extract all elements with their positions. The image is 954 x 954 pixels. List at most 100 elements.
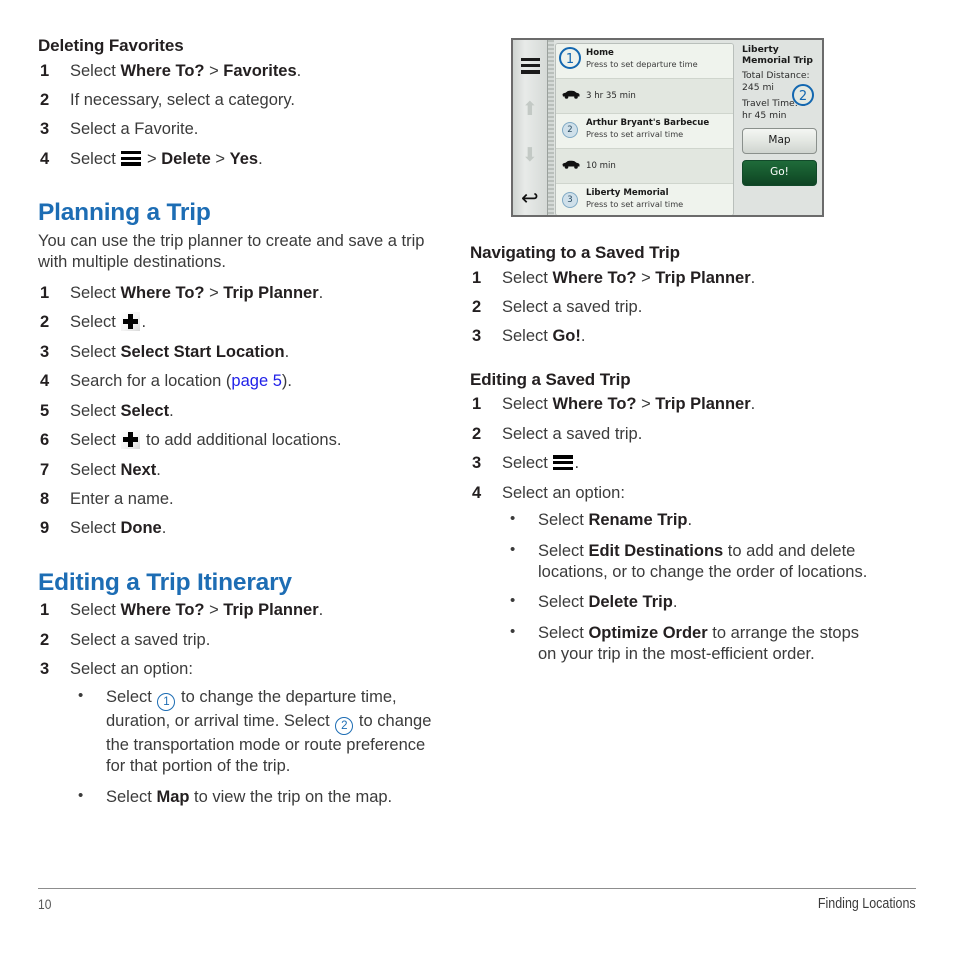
arrow-down-icon[interactable]: ⬇ xyxy=(513,146,547,165)
car-icon xyxy=(562,90,580,99)
step-pre: Search for a location ( xyxy=(70,372,232,391)
step-post: . xyxy=(141,313,147,332)
table-row[interactable]: 3 Liberty Memorial Press to set arrival … xyxy=(556,184,733,215)
list-item: 2 Select a saved trip. xyxy=(38,630,438,651)
list-item: 3 Select an option: • Select 1 to change… xyxy=(38,659,438,808)
step-post: . xyxy=(156,460,161,479)
page-reference-link[interactable]: page 5 xyxy=(231,372,281,390)
step-number: 1 xyxy=(40,283,50,302)
page-footer: 10 Finding Locations xyxy=(38,888,916,912)
heading-editing-saved-trip: Editing a Saved Trip xyxy=(470,369,631,389)
step-number: 8 xyxy=(40,490,50,509)
table-row[interactable]: 10 min xyxy=(556,149,733,184)
step-number: 2 xyxy=(40,630,50,649)
bullet-post: . xyxy=(687,511,693,530)
device-sidebar: ⬆ ⬇ ↪ xyxy=(513,40,548,215)
step-number: 2 xyxy=(40,313,50,332)
step-number: 6 xyxy=(40,431,50,450)
step-text: Select . xyxy=(502,454,579,472)
step-mid: > xyxy=(142,149,162,168)
bullet-text: Select Optimize Order to arrange the sto… xyxy=(538,624,859,663)
page-number: 10 xyxy=(38,896,52,912)
step-number: 3 xyxy=(40,120,50,139)
step-bold: Where To? xyxy=(120,601,205,620)
table-row[interactable]: 3 hr 35 min xyxy=(556,79,733,114)
list-item: 2 Select . xyxy=(38,312,438,333)
bullet-text: Select Map to view the trip on the map. xyxy=(106,788,392,806)
plus-icon xyxy=(121,312,141,332)
step-pre: Select xyxy=(502,395,553,414)
row-title: Liberty Memorial xyxy=(586,188,669,198)
back-arrow-icon[interactable]: ↪ xyxy=(513,186,547,210)
bullet-post: . xyxy=(672,593,678,612)
step-text: Select Done. xyxy=(70,519,166,537)
step-text: If necessary, select a category. xyxy=(70,90,295,109)
bullet-text: Select 1 to change the departure time, d… xyxy=(106,688,431,775)
list-item: 4 Select > Delete > Yes. xyxy=(38,149,438,170)
step-pre: Select xyxy=(502,268,553,287)
step-bold: Favorites xyxy=(223,61,297,80)
planning-intro-text: You can use the trip planner to create a… xyxy=(38,231,425,272)
bullet-pre: Select xyxy=(538,541,589,560)
step-bold: Trip Planner xyxy=(655,268,751,287)
list-item: 3 Select Select Start Location. xyxy=(38,342,438,363)
step-post: to add additional locations. xyxy=(141,431,342,450)
bullet-bold: Edit Destinations xyxy=(588,541,724,560)
bullet-dot: • xyxy=(510,622,516,640)
step-number: 3 xyxy=(472,454,482,473)
go-button[interactable]: Go! xyxy=(742,160,817,187)
step-text: Select Where To? > Trip Planner. xyxy=(502,269,755,287)
step-bold: Go! xyxy=(552,327,581,346)
list-item: 2 If necessary, select a category. xyxy=(38,90,438,111)
step-bold: Trip Planner xyxy=(223,601,319,620)
map-button[interactable]: Map xyxy=(742,128,817,155)
bullet-dot: • xyxy=(78,686,84,704)
step-post: . xyxy=(750,268,756,287)
row-title: Arthur Bryant's Barbecue xyxy=(586,118,710,128)
step-text: Search for a location (page 5). xyxy=(70,372,292,390)
list-item: • Select Delete Trip. xyxy=(502,592,870,613)
step-post: . xyxy=(318,601,324,620)
step-number: 4 xyxy=(40,372,50,391)
step-bold: Yes xyxy=(229,149,259,168)
step-number: 4 xyxy=(472,483,482,502)
step-text: Select an option: xyxy=(70,660,193,679)
step-mid: > xyxy=(636,395,656,414)
step-mid: > xyxy=(210,149,230,168)
stop-badge: 2 xyxy=(562,122,578,138)
bullet-dot: • xyxy=(78,786,84,804)
step-bold: Where To? xyxy=(552,395,637,414)
step-pre: Select xyxy=(70,313,121,332)
step-number: 1 xyxy=(40,601,50,620)
document-page: Deleting Favorites 1 Select Where To? > … xyxy=(0,0,954,954)
step-number: 2 xyxy=(472,297,482,316)
step-pre: Select xyxy=(70,431,121,450)
step-post: . xyxy=(258,149,263,168)
step-mid: > xyxy=(204,601,224,620)
step-number: 2 xyxy=(40,90,50,109)
step-pre: Select xyxy=(70,401,121,420)
step-number: 1 xyxy=(40,61,50,80)
callout-1-icon: 1 xyxy=(157,692,176,711)
bullet-bold: Delete Trip xyxy=(588,593,673,612)
step-pre: Select xyxy=(70,342,121,361)
table-row[interactable]: 1 Home Press to set departure time xyxy=(556,44,733,79)
table-row[interactable]: 2 Arthur Bryant's Barbecue Press to set … xyxy=(556,114,733,149)
step-text: Select > Delete > Yes. xyxy=(70,150,263,168)
bullet-post: to view the trip on the map. xyxy=(189,787,393,806)
trip-name: Liberty Memorial Trip xyxy=(742,44,813,67)
hamburger-icon[interactable] xyxy=(513,58,547,77)
arrow-up-icon[interactable]: ⬆ xyxy=(513,100,547,119)
bullet-pre: Select xyxy=(106,687,157,706)
list-item: • Select 1 to change the departure time,… xyxy=(70,687,438,778)
list-item: • Select Optimize Order to arrange the s… xyxy=(502,623,870,666)
step-text: Select . xyxy=(70,312,147,332)
row-travel-time: 3 hr 35 min xyxy=(586,91,636,101)
step-post: ). xyxy=(281,372,292,391)
list-item: • Select Map to view the trip on the map… xyxy=(70,787,438,808)
step-text: Select a saved trip. xyxy=(502,424,643,443)
step-text: Select to add additional locations. xyxy=(70,430,342,450)
list-item: 1 Select Where To? > Trip Planner. xyxy=(470,394,870,415)
